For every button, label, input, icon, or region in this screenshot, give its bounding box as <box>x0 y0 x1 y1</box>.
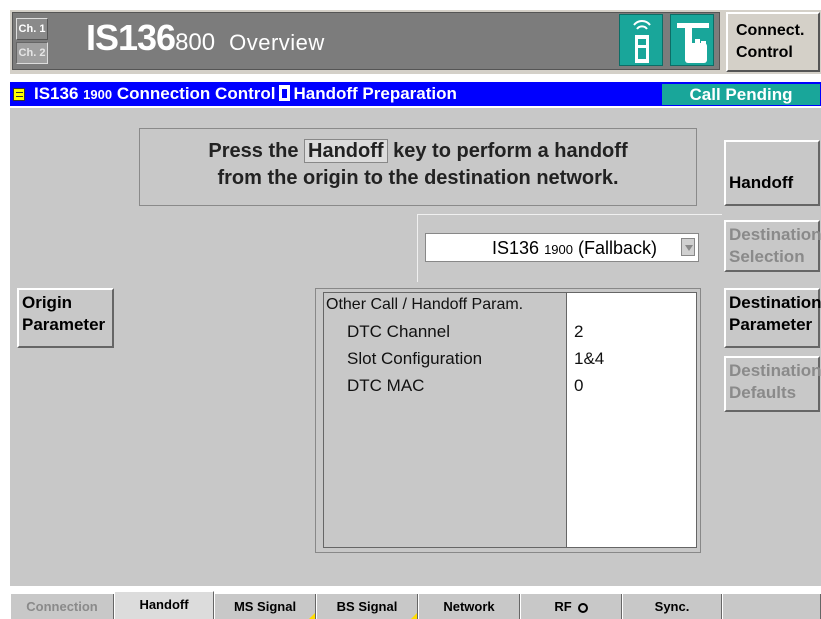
mobile-signal-icon[interactable] <box>619 14 663 66</box>
hint-line-1: Press the Handoff key to perform a hando… <box>140 138 696 165</box>
hint-pre: Press the <box>208 140 299 162</box>
hand-pointer-icon[interactable] <box>670 14 714 66</box>
destination-defaults-button[interactable]: Destination Defaults <box>724 356 821 412</box>
params-heading: Other Call / Handoff Param. <box>326 296 524 313</box>
dest-standard: IS136 <box>492 238 540 258</box>
status-section: Connection Control <box>116 84 276 103</box>
tab-sync[interactable]: Sync. <box>622 594 722 619</box>
destination-selection-label-1: Destination <box>729 225 821 244</box>
dropdown-arrow-icon[interactable] <box>681 238 695 256</box>
connect-control-button[interactable]: Connect. Control <box>726 12 820 72</box>
tab-rf-label: RF <box>554 599 572 614</box>
tab-bs-signal[interactable]: BS Signal <box>316 594 418 619</box>
title-band: 800 <box>175 29 216 56</box>
dest-mode: (Fallback) <box>578 238 658 258</box>
connect-control-label-2: Control <box>736 44 793 61</box>
tab-connection[interactable]: Connection <box>10 594 114 619</box>
destination-defaults-label-1: Destination <box>729 361 821 380</box>
divider <box>417 214 418 282</box>
status-page: Handoff Preparation <box>293 84 457 103</box>
status-band: 1900 <box>83 87 113 102</box>
handoff-hint: Press the Handoff key to perform a hando… <box>139 128 697 206</box>
title-view: Overview <box>229 30 325 55</box>
destination-parameter-label-1: Destination <box>729 293 821 312</box>
destination-parameter-button[interactable]: Destination Parameter <box>724 288 821 348</box>
divider <box>417 214 722 215</box>
tab-empty <box>722 594 821 619</box>
tab-ms-signal[interactable]: MS Signal <box>214 594 316 619</box>
param-label-slot-configuration: Slot Configuration <box>347 349 483 368</box>
destination-parameter-label-2: Parameter <box>729 315 813 334</box>
hint-line-2: from the origin to the destination netwo… <box>217 167 619 189</box>
tab-handoff[interactable]: Handoff <box>114 591 214 619</box>
hint-post: key to perform a handoff <box>393 140 628 162</box>
dest-band: 1900 <box>544 242 573 257</box>
rf-connector-icon <box>577 603 588 613</box>
origin-parameter-button[interactable]: Origin Parameter <box>17 288 114 348</box>
param-value-dtc-mac[interactable]: 0 <box>574 376 583 396</box>
connect-control-label-1: Connect. <box>736 22 805 39</box>
param-value-dtc-channel[interactable]: 2 <box>574 322 583 342</box>
tab-rf[interactable]: RF <box>520 594 622 619</box>
param-label-dtc-channel: DTC Channel <box>347 322 450 341</box>
mobile-icon <box>279 85 291 101</box>
call-state-badge: Call Pending <box>662 84 820 105</box>
tab-network[interactable]: Network <box>418 594 520 619</box>
channel-2-button[interactable]: Ch. 2 <box>16 42 48 64</box>
status-standard: IS136 <box>34 84 79 103</box>
destination-network-value: IS136 1900 (Fallback) <box>492 238 657 259</box>
channel-1-button[interactable]: Ch. 1 <box>16 18 48 40</box>
title-standard: IS136 <box>86 17 176 58</box>
param-value-slot-configuration[interactable]: 1&4 <box>574 349 604 369</box>
destination-defaults-label-2: Defaults <box>729 383 797 402</box>
origin-parameter-label-1: Origin <box>22 293 73 312</box>
hint-key: Handoff <box>304 139 388 163</box>
destination-selection-button[interactable]: Destination Selection <box>724 220 821 272</box>
params-values-area <box>566 292 697 548</box>
handoff-button[interactable]: Handoff <box>724 140 820 206</box>
param-label-dtc-mac: DTC MAC <box>347 376 425 395</box>
origin-parameter-label-2: Parameter <box>22 315 106 334</box>
page-title: IS136800 Overview <box>86 17 325 59</box>
destination-selection-label-2: Selection <box>729 247 805 266</box>
menu-icon[interactable] <box>13 88 25 101</box>
status-breadcrumb: IS136 1900 Connection Control Handoff Pre… <box>34 83 457 106</box>
